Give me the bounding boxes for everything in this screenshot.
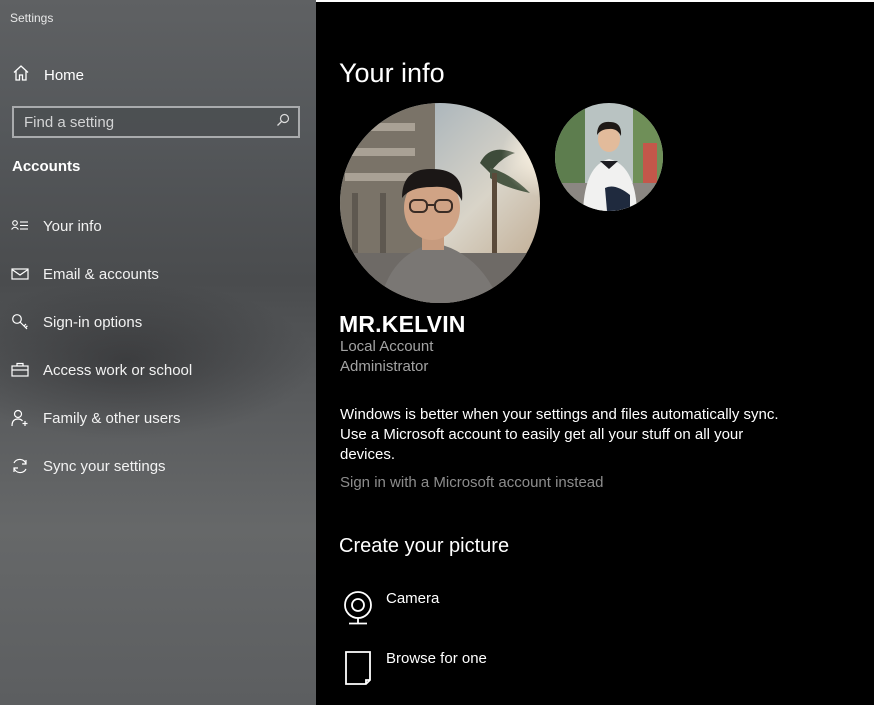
main-panel: Your info MR.KELVIN Local Account Admini… xyxy=(316,0,874,705)
microsoft-account-link[interactable]: Sign in with a Microsoft account instead xyxy=(340,474,603,491)
sidebar-item-label: Sign-in options xyxy=(43,313,143,331)
home-icon xyxy=(12,64,30,87)
browse-label: Browse for one xyxy=(386,650,487,667)
search-icon[interactable] xyxy=(276,113,290,132)
sidebar-item-email-accounts[interactable]: Email & accounts xyxy=(10,262,159,286)
sidebar-item-sync-settings[interactable]: Sync your settings xyxy=(10,454,166,478)
section-title: Accounts xyxy=(12,158,81,175)
key-icon xyxy=(10,312,30,332)
camera-label: Camera xyxy=(386,590,440,607)
sidebar-item-your-info[interactable]: Your info xyxy=(10,214,102,238)
account-type: Local Account xyxy=(340,338,434,355)
sidebar-item-sign-in-options[interactable]: Sign-in options xyxy=(10,310,142,334)
home-label: Home xyxy=(44,66,85,84)
page-title: Your info xyxy=(339,58,445,88)
sidebar-item-family-other-users[interactable]: Family & other users xyxy=(10,406,181,430)
person-card-icon xyxy=(10,216,30,236)
sidebar-item-label: Your info xyxy=(43,217,102,235)
sidebar-item-label: Sync your settings xyxy=(43,457,166,475)
search-box[interactable] xyxy=(12,106,300,138)
sidebar-item-label: Email & accounts xyxy=(43,265,159,283)
envelope-icon xyxy=(10,264,30,284)
sidebar-item-label: Family & other users xyxy=(43,409,181,427)
sidebar: Settings Home Accounts Your info Email &… xyxy=(0,0,316,705)
home-nav[interactable]: Home xyxy=(12,64,84,86)
window-title: Settings xyxy=(10,11,54,25)
sidebar-item-label: Access work or school xyxy=(43,361,193,379)
user-name: MR.KELVIN xyxy=(339,311,466,337)
camera-option[interactable]: Camera xyxy=(342,590,439,626)
person-add-icon xyxy=(10,408,30,428)
sync-message: Windows is better when your settings and… xyxy=(340,406,779,463)
create-picture-title: Create your picture xyxy=(339,535,510,557)
sync-icon xyxy=(10,456,30,476)
profile-picture-large xyxy=(340,103,540,303)
browse-file-icon xyxy=(342,650,376,686)
profile-picture-small[interactable] xyxy=(555,103,663,211)
briefcase-icon xyxy=(10,360,30,380)
search-input[interactable] xyxy=(24,113,276,131)
browse-option[interactable]: Browse for one xyxy=(342,650,487,686)
sidebar-item-access-work-school[interactable]: Access work or school xyxy=(10,358,192,382)
account-role: Administrator xyxy=(340,358,429,375)
camera-icon xyxy=(342,590,376,626)
